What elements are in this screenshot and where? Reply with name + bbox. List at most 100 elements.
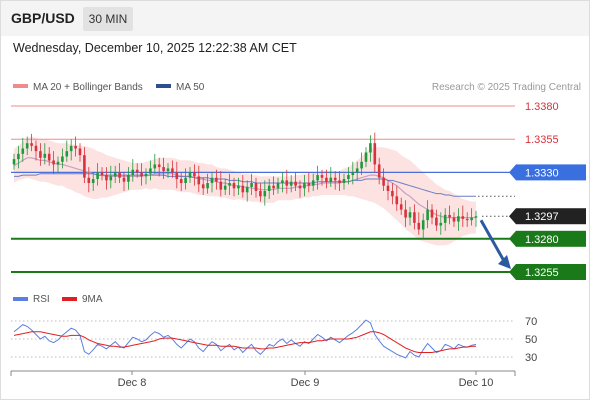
- candle-body: [351, 172, 355, 176]
- bollinger-band: [14, 136, 476, 246]
- candle-body: [144, 173, 148, 177]
- candle-body: [12, 159, 16, 165]
- candle-body: [294, 181, 297, 186]
- candle-body: [166, 168, 170, 172]
- candle-body: [338, 180, 341, 184]
- candle-body: [122, 177, 126, 182]
- forecast-arrow-shaft: [479, 219, 506, 262]
- candle-body: [237, 185, 240, 189]
- candle-body: [435, 217, 438, 226]
- candle-body: [140, 172, 143, 177]
- candle-body: [157, 164, 161, 168]
- candle-body: [30, 143, 33, 146]
- candle-body: [377, 164, 381, 178]
- candle-body: [452, 217, 456, 222]
- candle-body: [369, 143, 372, 153]
- candle-body: [241, 185, 245, 193]
- candle-body: [74, 145, 77, 149]
- rsi-ma-legend-swatch: [62, 297, 77, 301]
- candle-body: [342, 179, 346, 184]
- candle-body: [391, 190, 394, 197]
- candle-body: [250, 183, 253, 188]
- candle-body: [457, 216, 460, 222]
- resistance-label: 1.3355: [525, 134, 559, 146]
- candle-body: [201, 184, 205, 189]
- price-chart: 1.3380 1.3355 1.3330 1.3297 1.3280 1.3255 MA …: [10, 82, 586, 389]
- candle-body: [329, 177, 333, 182]
- candle-body: [413, 212, 416, 223]
- candle-body: [316, 175, 319, 181]
- candle-body: [87, 177, 91, 184]
- candle-body: [153, 164, 157, 169]
- candle-body: [135, 169, 139, 173]
- support-label-pointer: [509, 230, 516, 247]
- rsi-tick-label: 30: [525, 352, 537, 364]
- rsi-legend-swatch: [13, 297, 28, 301]
- last-price-label: 1.3297: [525, 211, 559, 223]
- forecast-arrow: [479, 219, 511, 269]
- candle-body: [39, 151, 42, 158]
- candle-body: [289, 181, 293, 186]
- candle-body: [34, 145, 38, 152]
- candle-body: [421, 220, 425, 230]
- candle-body: [223, 185, 227, 190]
- candle-body: [408, 212, 412, 218]
- candle-body: [197, 176, 201, 185]
- candle-body: [109, 176, 113, 181]
- candle-body: [461, 216, 465, 219]
- candle-body: [373, 143, 377, 165]
- candle-body: [171, 168, 174, 173]
- candle-body: [47, 153, 51, 161]
- candle-body: [210, 177, 214, 184]
- candle-body: [83, 155, 86, 178]
- candle-body: [43, 153, 47, 158]
- candle-body: [307, 183, 311, 186]
- candle-body: [355, 168, 359, 173]
- candle-body: [21, 148, 25, 154]
- candle-body: [263, 190, 267, 197]
- candle-body: [386, 185, 390, 191]
- candle-body: [267, 185, 271, 191]
- candle-body: [105, 175, 108, 181]
- candle-body: [149, 168, 152, 174]
- candle-body: [162, 167, 165, 172]
- candle-body: [127, 175, 130, 182]
- x-axis-labels: Dec 8 Dec 9 Dec 10: [118, 371, 494, 389]
- rsi-ma-legend-label: 9MA: [82, 294, 103, 305]
- candle-body: [91, 179, 95, 184]
- candle-body: [100, 172, 104, 176]
- candle-body: [443, 214, 447, 223]
- ma50-legend-label: MA 50: [176, 82, 205, 93]
- x-axis-label: Dec 10: [459, 377, 494, 389]
- candle-body: [311, 180, 315, 186]
- candle-body: [78, 148, 82, 156]
- candle-body: [259, 190, 262, 197]
- candle-body: [395, 196, 399, 205]
- candle-body: [179, 179, 183, 184]
- candle-body: [399, 204, 403, 210]
- candle-body: [382, 177, 385, 186]
- candle-body: [17, 153, 20, 160]
- candle-body: [430, 209, 434, 218]
- source-label: Research © 2025 Trading Central: [432, 82, 581, 93]
- candle-body: [184, 177, 187, 184]
- resistance-label: 1.3380: [525, 101, 559, 113]
- candle-body: [25, 143, 29, 149]
- price-level-labels: 1.3380 1.3355 1.3330 1.3297 1.3280 1.3255: [509, 101, 586, 280]
- candle-body: [298, 185, 302, 189]
- candle-body: [175, 172, 179, 180]
- candle-body: [320, 175, 324, 178]
- candle-body: [65, 151, 69, 157]
- candle-body: [276, 183, 280, 189]
- candle-body: [281, 180, 284, 184]
- candle-body: [465, 218, 469, 221]
- candle-body: [228, 183, 231, 186]
- candle-body: [272, 185, 275, 189]
- candle-body: [69, 145, 73, 152]
- candle-body: [118, 172, 121, 178]
- candle-body: [188, 172, 192, 178]
- candle-body: [364, 152, 368, 162]
- candle-body: [417, 222, 421, 230]
- candle-body: [470, 217, 473, 221]
- candle-body: [206, 183, 209, 189]
